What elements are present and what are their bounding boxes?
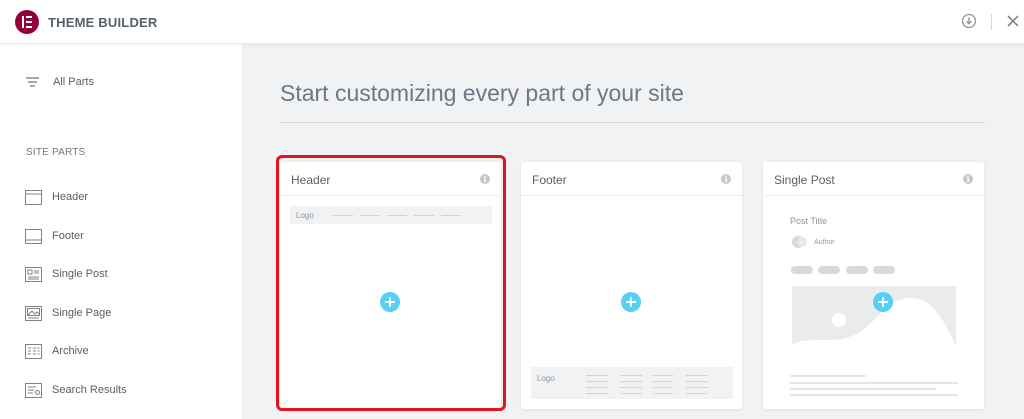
sidebar-item-search-results[interactable]: Search Results (25, 380, 127, 400)
preview-footer-line (620, 387, 642, 388)
info-icon[interactable]: i (963, 174, 973, 184)
preview-footer-line (586, 375, 608, 376)
preview-footer-line (686, 381, 708, 382)
toolbar-divider (991, 14, 992, 30)
sidebar-item-footer[interactable]: Footer (25, 226, 84, 246)
add-template-icon[interactable] (873, 292, 893, 312)
sidebar-item-label: Header (52, 191, 89, 203)
title-divider (280, 122, 985, 123)
sidebar-item-label: Archive (52, 345, 89, 357)
card-preview: Logo (531, 206, 733, 399)
download-icon[interactable] (961, 13, 977, 29)
sidebar-item-label: All Parts (53, 76, 94, 88)
single-post-icon (25, 266, 42, 282)
sidebar: All Parts SITE PARTS Header Footer Singl… (0, 44, 242, 419)
add-template-icon[interactable] (621, 292, 641, 312)
sidebar-item-label: Footer (52, 230, 84, 242)
preview-text-line (790, 394, 958, 396)
preview-footer-line (653, 393, 673, 394)
elementor-logo-icon (15, 10, 39, 34)
sidebar-item-label: Single Page (52, 307, 112, 319)
sidebar-item-label: Search Results (52, 384, 127, 396)
card-title: Single Post (774, 173, 835, 187)
preview-footer-line (686, 375, 708, 376)
preview-footer-line (653, 375, 673, 376)
single-page-icon (25, 305, 42, 321)
archive-icon (25, 343, 42, 359)
top-bar: THEME BUILDER (0, 0, 1024, 44)
filter-icon (26, 77, 39, 87)
app-title: THEME BUILDER (48, 15, 158, 30)
sidebar-item-header[interactable]: Header (25, 187, 88, 207)
preview-tag (873, 266, 895, 274)
preview-footer-line (586, 387, 608, 388)
card-head: Single Post i (763, 162, 984, 196)
card-footer[interactable]: Footer i Logo (521, 162, 742, 409)
preview-footer-line (620, 393, 642, 394)
preview-text-line (790, 382, 958, 384)
sidebar-item-single-page[interactable]: Single Page (25, 303, 111, 323)
preview-footer-line (653, 387, 673, 388)
search-results-icon (25, 382, 42, 398)
preview-footer-line (686, 393, 708, 394)
preview-text-line (790, 375, 866, 377)
sidebar-item-single-post[interactable]: Single Post (25, 264, 108, 284)
card-single-post[interactable]: Single Post i Post Title Author (763, 162, 984, 409)
card-title: Footer (532, 173, 567, 187)
sidebar-item-archive[interactable]: Archive (25, 341, 89, 361)
preview-author: Author (814, 239, 835, 246)
preview-footer-line (620, 375, 642, 376)
sidebar-item-all-parts[interactable]: All Parts (26, 72, 94, 92)
footer-template-icon (25, 228, 42, 244)
preview-post-title: Post Title (790, 216, 828, 226)
preview-tag (846, 266, 868, 274)
preview-footer-line (686, 387, 708, 388)
preview-text-line (790, 388, 936, 390)
author-avatar-icon (791, 235, 809, 249)
preview-tag (791, 266, 813, 274)
header-template-icon (25, 189, 42, 205)
close-icon[interactable] (1005, 13, 1021, 29)
card-head: Footer i (521, 162, 742, 196)
preview-logo-label: Logo (537, 374, 555, 383)
card-preview: Post Title Author (773, 206, 975, 399)
preview-tag (818, 266, 840, 274)
sidebar-section-title: SITE PARTS (26, 147, 86, 158)
preview-footer-line (586, 381, 608, 382)
preview-footer-line (586, 393, 608, 394)
preview-footer-line (653, 381, 673, 382)
preview-footer-line (620, 381, 642, 382)
page-title: Start customizing every part of your sit… (280, 80, 684, 106)
sidebar-item-label: Single Post (52, 268, 108, 280)
info-icon[interactable]: i (721, 174, 731, 184)
selection-highlight (276, 155, 506, 411)
preview-page (531, 206, 733, 367)
